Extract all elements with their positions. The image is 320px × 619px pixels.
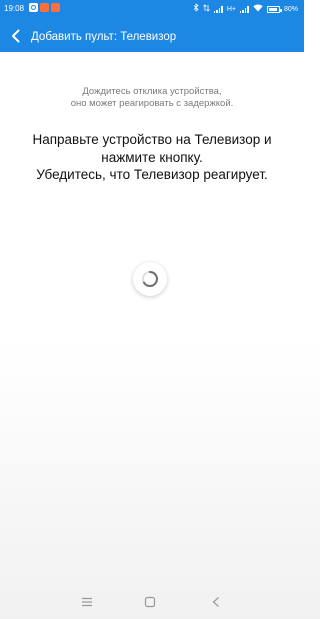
hint-line: оно может реагировать с задержкой. <box>70 98 234 109</box>
status-bar: 19:08 H+ 80% <box>0 0 304 21</box>
wifi-icon <box>253 3 263 16</box>
network-type: H+ <box>226 5 236 13</box>
back-triangle-icon <box>212 597 219 607</box>
header: 19:08 H+ 80% Добавить пульт: Телевизор <box>0 0 304 52</box>
instruction-line: Убедитесь, что Телевизор реагирует. <box>36 167 268 182</box>
system-status-icons: H+ 80% <box>193 3 298 16</box>
app-notification-icon-orange <box>40 3 49 12</box>
instruction-line: Направьте устройство на Телевизор и <box>32 132 272 147</box>
hint-line: Дождитесь отклика устройства, <box>82 86 222 97</box>
system-nav-bar <box>0 586 304 619</box>
chevron-left-icon <box>11 29 19 43</box>
back-button[interactable] <box>6 25 24 47</box>
battery-level: 80% <box>283 5 298 13</box>
bluetooth-icon <box>193 3 199 16</box>
loading-spinner-icon <box>142 271 158 287</box>
app-notification-icon <box>29 3 38 12</box>
home-icon <box>144 596 156 608</box>
loading-spinner <box>133 262 167 296</box>
instruction-line: нажмите кнопку. <box>101 149 203 165</box>
app-notification-icon-orange <box>51 3 60 12</box>
page-title: Добавить пульт: Телевизор <box>31 31 177 43</box>
notification-icons <box>29 3 60 12</box>
nav-back-button[interactable] <box>208 594 224 610</box>
menu-button[interactable] <box>79 594 95 610</box>
status-time: 19:08 <box>4 4 25 13</box>
instruction-text: Направьте устройство на Телевизор и нажм… <box>0 131 304 184</box>
signal-icon <box>239 6 249 13</box>
home-button[interactable] <box>142 594 158 610</box>
app-bar: Добавить пульт: Телевизор <box>0 22 304 52</box>
signal-icon <box>213 6 223 13</box>
data-transfer-icon <box>203 3 210 16</box>
wait-hint: Дождитесь отклика устройства, оно может … <box>0 86 304 110</box>
battery-icon <box>266 6 282 13</box>
menu-icon <box>82 597 92 607</box>
